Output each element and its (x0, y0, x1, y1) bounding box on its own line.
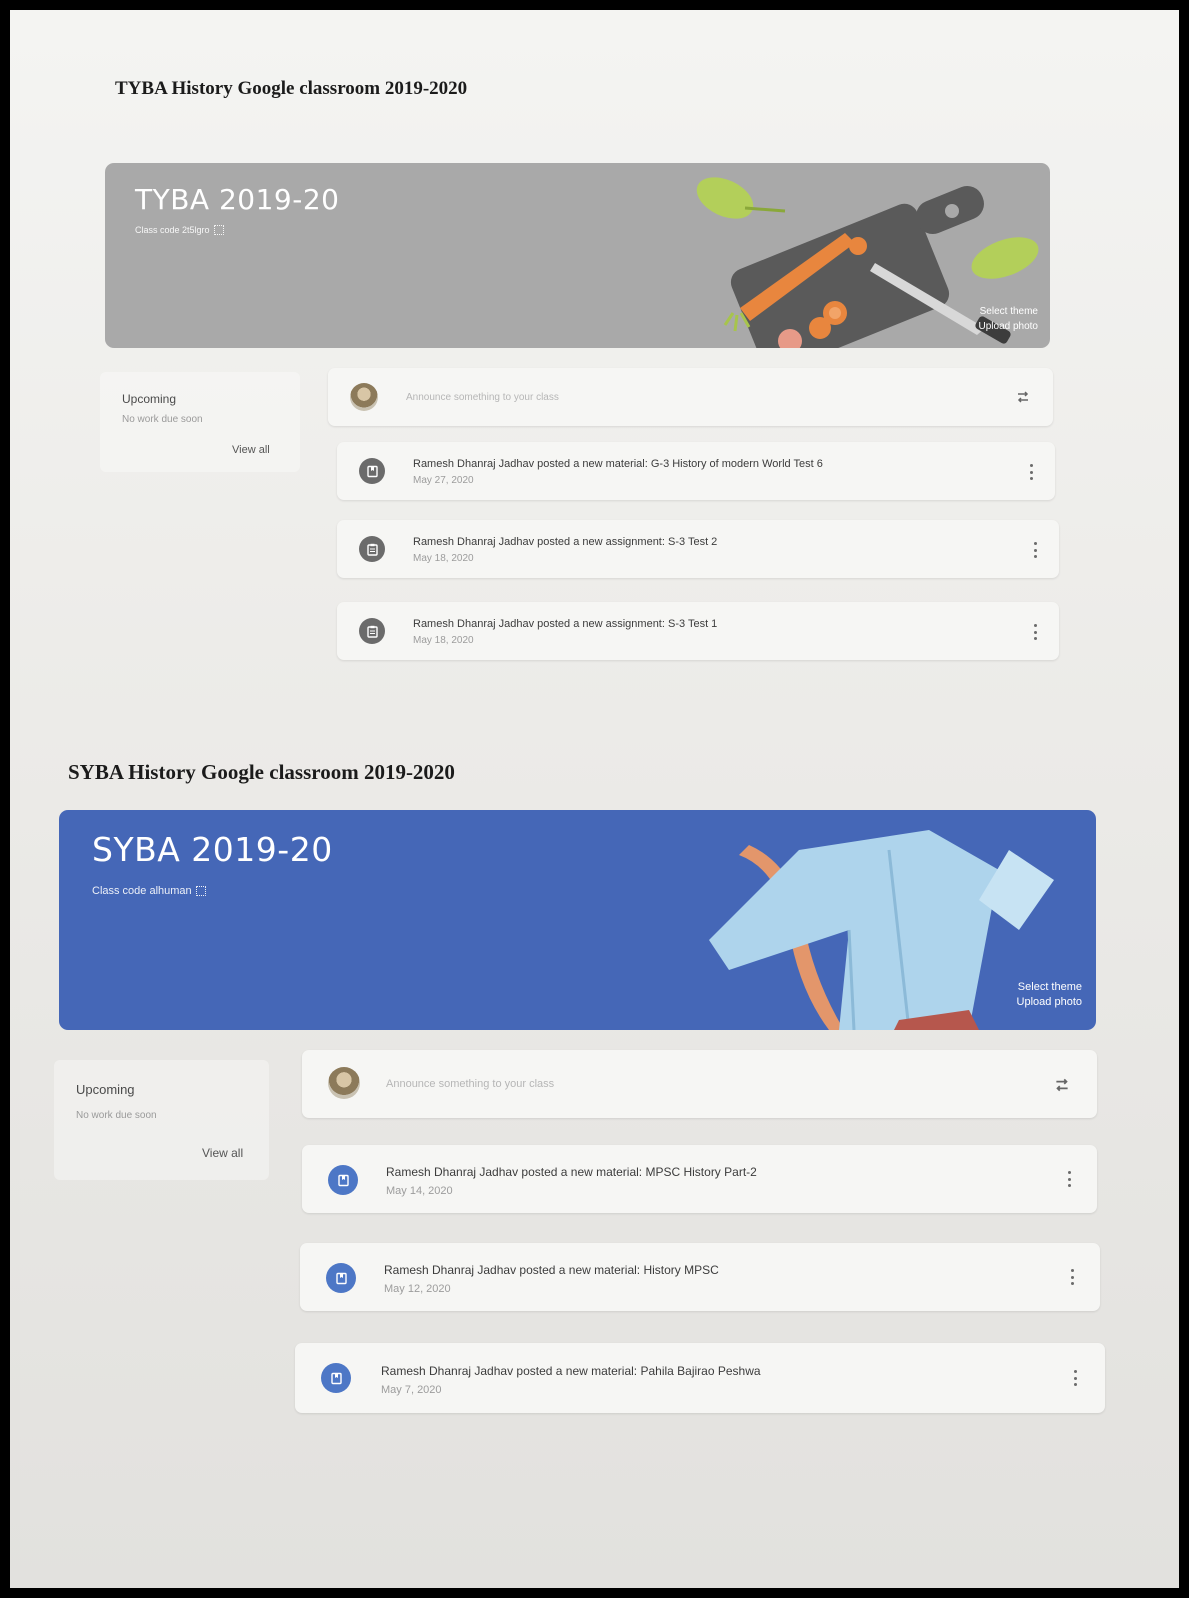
post-item[interactable]: Ramesh Dhanraj Jadhav posted a new assig… (337, 602, 1059, 660)
announce-box[interactable]: Announce something to your class (302, 1050, 1097, 1118)
announce-box[interactable]: Announce something to your class (328, 368, 1053, 426)
upcoming-panel: Upcoming No work due soon View all (54, 1060, 269, 1180)
class-code[interactable]: Class code alhuman (92, 885, 206, 897)
select-theme-link[interactable]: Select theme (979, 304, 1038, 319)
theme-links: Select theme Upload photo (1017, 980, 1082, 1010)
post-date: May 14, 2020 (386, 1185, 453, 1197)
material-icon (359, 458, 385, 484)
no-work-text: No work due soon (76, 1110, 157, 1121)
more-options-icon[interactable] (1073, 1370, 1077, 1386)
section-heading-tyba: TYBA History Google classroom 2019-2020 (115, 78, 468, 99)
select-theme-link[interactable]: Select theme (1017, 980, 1082, 995)
view-all-link[interactable]: View all (202, 1146, 243, 1160)
theme-links: Select theme Upload photo (979, 304, 1039, 334)
class-code[interactable]: Class code 2t5lgro (135, 225, 224, 235)
upload-photo-link[interactable]: Upload photo (979, 319, 1039, 334)
post-title[interactable]: Ramesh Dhanraj Jadhav posted a new mater… (381, 1364, 761, 1378)
fullscreen-icon[interactable] (213, 225, 224, 235)
material-icon (321, 1363, 351, 1393)
material-icon (328, 1165, 358, 1195)
view-all-link[interactable]: View all (232, 444, 270, 456)
post-item[interactable]: Ramesh Dhanraj Jadhav posted a new mater… (337, 442, 1055, 500)
post-date: May 27, 2020 (413, 475, 474, 486)
upcoming-title: Upcoming (76, 1082, 135, 1097)
upcoming-title: Upcoming (122, 392, 177, 406)
post-title[interactable]: Ramesh Dhanraj Jadhav posted a new mater… (413, 458, 823, 470)
repost-icon[interactable] (1015, 389, 1031, 405)
post-title[interactable]: Ramesh Dhanraj Jadhav posted a new mater… (386, 1165, 757, 1179)
material-icon (326, 1263, 356, 1293)
post-item[interactable]: Ramesh Dhanraj Jadhav posted a new mater… (295, 1343, 1105, 1413)
post-title[interactable]: Ramesh Dhanraj Jadhav posted a new assig… (413, 536, 717, 548)
avatar (328, 1067, 360, 1099)
announce-placeholder[interactable]: Announce something to your class (386, 1078, 554, 1090)
assignment-icon (359, 536, 385, 562)
class-code-text: Class code alhuman (92, 885, 192, 897)
post-date: May 7, 2020 (381, 1384, 442, 1396)
post-item[interactable]: Ramesh Dhanraj Jadhav posted a new assig… (337, 520, 1059, 578)
assignment-icon (359, 618, 385, 644)
class-code-text: Class code 2t5lgro (135, 225, 210, 235)
scanned-page: TYBA History Google classroom 2019-2020 … (10, 10, 1179, 1588)
no-work-text: No work due soon (122, 414, 203, 425)
section-heading-syba: SYBA History Google classroom 2019-2020 (68, 760, 455, 784)
post-date: May 12, 2020 (384, 1283, 451, 1295)
post-item[interactable]: Ramesh Dhanraj Jadhav posted a new mater… (300, 1243, 1100, 1311)
post-title[interactable]: Ramesh Dhanraj Jadhav posted a new mater… (384, 1263, 719, 1277)
fullscreen-icon[interactable] (195, 886, 206, 896)
avatar (350, 383, 378, 411)
upload-photo-link[interactable]: Upload photo (1017, 995, 1082, 1010)
post-item[interactable]: Ramesh Dhanraj Jadhav posted a new mater… (302, 1145, 1097, 1213)
class-banner-syba: SYBA 2019-20 Class code alhuman Select t… (59, 810, 1096, 1030)
more-options-icon[interactable] (1033, 542, 1037, 558)
post-date: May 18, 2020 (413, 635, 474, 646)
class-banner-tyba: TYBA 2019-20 Class code 2t5lgro Select t… (105, 163, 1050, 348)
post-title[interactable]: Ramesh Dhanraj Jadhav posted a new assig… (413, 618, 717, 630)
upcoming-panel: Upcoming No work due soon View all (100, 372, 300, 472)
more-options-icon[interactable] (1033, 624, 1037, 640)
post-date: May 18, 2020 (413, 553, 474, 564)
more-options-icon[interactable] (1067, 1171, 1071, 1187)
class-name: SYBA 2019-20 (92, 830, 333, 869)
more-options-icon[interactable] (1070, 1269, 1074, 1285)
announce-placeholder[interactable]: Announce something to your class (406, 392, 559, 403)
repost-icon[interactable] (1053, 1076, 1071, 1094)
class-name: TYBA 2019-20 (135, 183, 340, 216)
more-options-icon[interactable] (1029, 464, 1033, 480)
